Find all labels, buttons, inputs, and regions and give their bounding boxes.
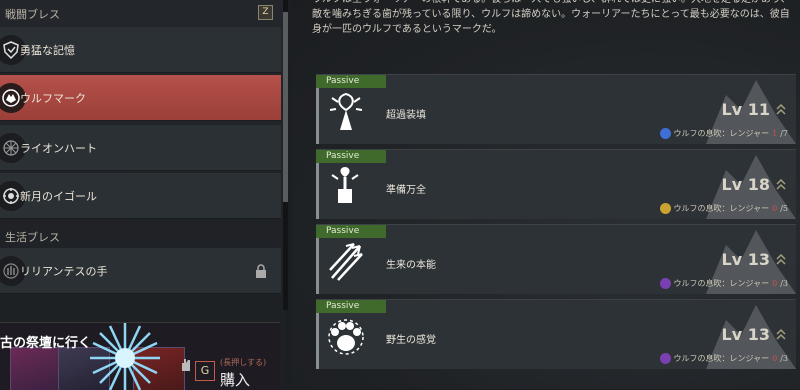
sidebar-item-label: 勇猛な記憶 (20, 44, 75, 57)
combat-section-title: 戦闘ブレス (5, 8, 60, 21)
sidebar-item-label: リリアンテスの手 (20, 265, 108, 278)
skill-name: 準備万全 (386, 185, 426, 196)
level-up-chevron-icon (776, 253, 786, 265)
skill-requirement: ウルフの息吹：レンジャー 1/7 (659, 128, 788, 139)
requirement-total: /5 (780, 204, 788, 213)
sidebar-item-label: ライオンハート (20, 142, 97, 155)
skill-level: Lv 18 (721, 175, 770, 194)
requirement-count: 1 (772, 129, 778, 138)
requirement-label: ウルフの息吹：レンジャー (673, 354, 770, 363)
skill-row[interactable]: Passive 超過装填 Lv 11 ウルフの息吹：レンジャー 1/7 (316, 74, 796, 144)
level-up-chevron-icon (776, 178, 786, 190)
buy-hint: (長押しする) (220, 358, 267, 367)
gem-purple-icon (659, 278, 671, 289)
requirement-count: 0 (772, 279, 778, 288)
skill-level: Lv 13 (721, 250, 770, 269)
life-section-header: 生活ブレス (0, 223, 285, 247)
requirement-total: /3 (780, 279, 788, 288)
skill-level: Lv 11 (721, 100, 770, 119)
passive-tag: Passive (316, 300, 386, 313)
sidebar-item-label: ウルフマーク (20, 92, 86, 105)
sidebar-item-lion-heart[interactable]: ライオンハート (0, 125, 281, 171)
skill-row[interactable]: Passive 野生の感覚 Lv 13 ウルフの息吹：レンジャー 0/3 (316, 299, 796, 369)
divider (316, 313, 319, 369)
requirement-count: 0 (772, 354, 778, 363)
sidebar-item-wolf-mark[interactable]: ウルフマーク (0, 75, 281, 121)
blessing-description: ウルフは全ウォーリアーの根幹である。彼らは一人でも強いし、群れでは更に強い。大地… (312, 0, 791, 35)
card-image (10, 347, 62, 390)
skill-level: Lv 13 (721, 325, 770, 344)
skill-requirement: ウルフの息吹：レンジャー 0/5 (659, 203, 788, 214)
requirement-label: ウルフの息吹：レンジャー (673, 204, 770, 213)
skill-name: 生来の本能 (386, 260, 436, 271)
buy-label: 購入 (220, 371, 251, 389)
skill-requirement: ウルフの息吹：レンジャー 0/3 (659, 353, 788, 364)
combat-section-header: 戦闘ブレス Z (0, 0, 285, 24)
skill-name: 超過装填 (386, 110, 426, 121)
sidebar-item-label: 新月のイゴール (20, 190, 97, 203)
gem-purple-icon (659, 353, 671, 364)
requirement-total: /7 (780, 129, 788, 138)
skill-name: 野生の感覚 (386, 335, 436, 346)
divider (316, 88, 319, 144)
sidebar-item-brave-memory[interactable]: 勇猛な記憶 (0, 27, 281, 73)
requirement-label: ウルフの息吹：レンジャー (673, 279, 770, 288)
hand-icon (182, 359, 190, 371)
torch-icon (329, 92, 363, 130)
passive-tag: Passive (316, 225, 386, 238)
buy-hotkey: G (195, 361, 215, 381)
altar-banner-title: 古の祭壇に行く (0, 336, 92, 351)
fist-torch-icon (331, 167, 359, 203)
requirement-count: 0 (772, 204, 778, 213)
lock-icon (255, 263, 267, 282)
passive-tag: Passive (316, 150, 386, 163)
skill-row[interactable]: Passive 生来の本能 Lv 13 ウルフの息吹：レンジャー 0/3 (316, 224, 796, 294)
life-section-title: 生活ブレス (5, 231, 60, 244)
skill-row[interactable]: Passive 準備万全 Lv 18 ウルフの息吹：レンジャー 0/5 (316, 149, 796, 219)
sidebar-item-new-moon-igor[interactable]: 新月のイゴール (0, 173, 281, 219)
level-up-chevron-icon (776, 103, 786, 115)
sidebar-item-lilliantes-hand[interactable]: リリアンテスの手 (0, 248, 281, 294)
gem-blue-icon (659, 128, 671, 139)
requirement-total: /3 (780, 354, 788, 363)
altar-banner[interactable]: 古の祭壇に行く G (長押しする) 購入 (0, 322, 280, 390)
skill-requirement: ウルフの息吹：レンジャー 0/3 (659, 278, 788, 289)
level-up-chevron-icon (776, 328, 786, 340)
sidebar-scroll-thumb[interactable] (283, 12, 288, 202)
paw-icon (328, 319, 364, 355)
divider (316, 238, 319, 294)
buy-button[interactable]: G (長押しする) 購入 (180, 345, 275, 389)
divider (316, 163, 319, 219)
combat-hotkey[interactable]: Z (258, 5, 273, 20)
gem-gold-icon (659, 203, 671, 214)
crystal-burst-icon (90, 323, 160, 390)
passive-tag: Passive (316, 75, 386, 88)
requirement-label: ウルフの息吹：レンジャー (673, 129, 770, 138)
arrows-icon (329, 243, 363, 281)
